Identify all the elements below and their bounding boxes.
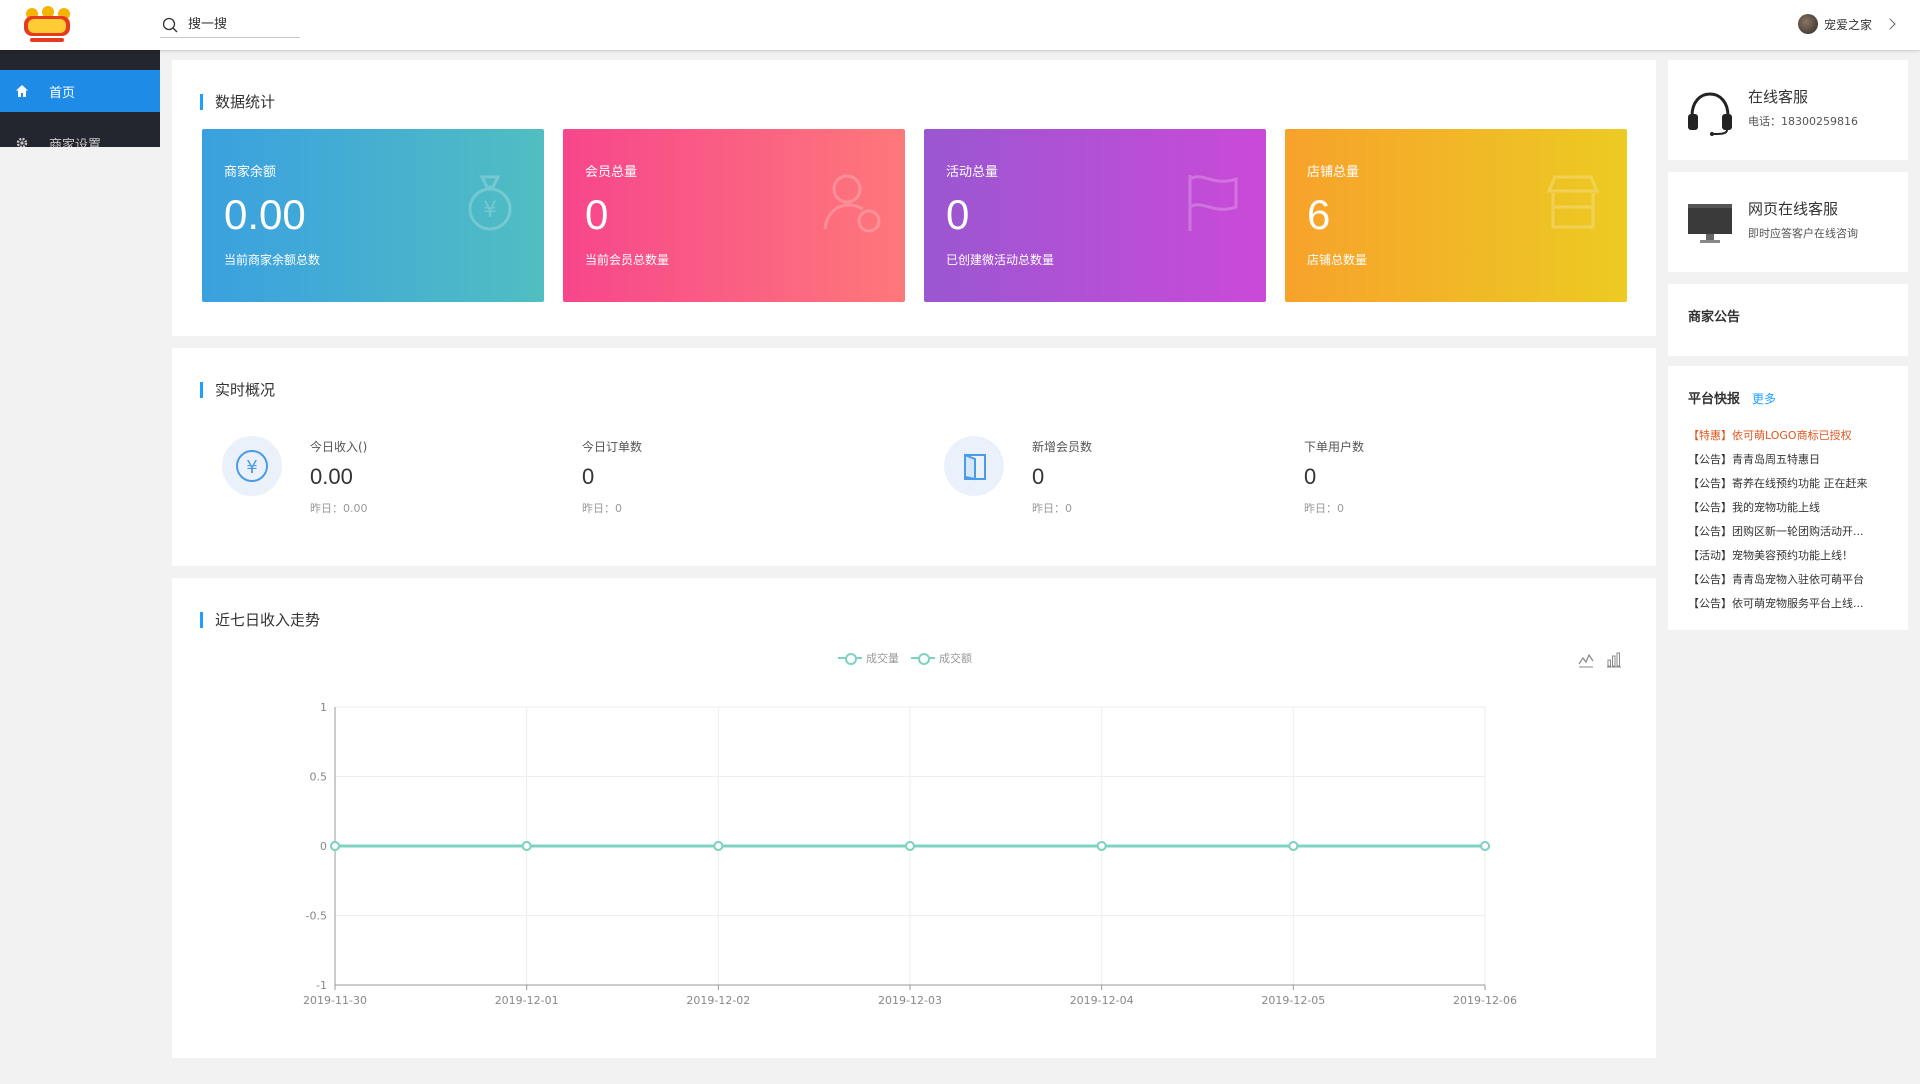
flag-icon — [1188, 175, 1238, 231]
overview-value: 0.00 — [310, 464, 353, 489]
sidebar-item-label: 首页 — [49, 85, 76, 101]
sidebar-item-label: 商家设置 — [49, 137, 102, 148]
merchant-notice-card: 商家公告 — [1668, 284, 1908, 356]
svg-text:¥: ¥ — [246, 457, 257, 478]
sidebar: 首页 商家设置 — [0, 50, 160, 147]
chart-legend: 成交量 成交额 — [838, 650, 984, 666]
legend-label: 成交量 — [866, 652, 899, 665]
brand-logo[interactable] — [18, 4, 76, 46]
online-service-title: 在线客服 — [1748, 88, 1809, 106]
panel-title: 近七日收入走势 — [200, 612, 320, 628]
stat-value: 0 — [946, 191, 970, 238]
stat-card-activities[interactable]: 活动总量 0 已创建微活动总数量 — [924, 129, 1266, 302]
user-name: 宠爱之家 — [1823, 17, 1872, 32]
stat-value: 6 — [1307, 191, 1331, 238]
stat-label: 商家余额 — [224, 165, 277, 180]
shop-icon — [1546, 175, 1600, 229]
home-icon — [15, 84, 29, 98]
line-chart-icon[interactable] — [1578, 652, 1594, 668]
overview-sub: 昨日：0.00 — [310, 502, 368, 515]
chevron-right-icon — [1884, 18, 1896, 30]
overview-label: 今日收入() — [310, 440, 368, 454]
yuan-icon: ¥ — [222, 436, 282, 496]
online-service-card[interactable]: 在线客服 电话：18300259816 — [1668, 60, 1908, 160]
stat-card-balance[interactable]: 商家余额 0.00 当前商家余额总数 ¥ — [202, 129, 544, 302]
online-service-phone: 电话：18300259816 — [1748, 115, 1858, 128]
legend-item[interactable]: 成交量 — [838, 650, 899, 666]
web-service-card[interactable]: 网页在线客服 即时应答客户在线咨询 — [1668, 172, 1908, 272]
news-item[interactable]: 【特惠】依可萌LOGO商标已授权 — [1688, 424, 1898, 448]
legend-label: 成交额 — [939, 652, 972, 665]
stat-card-members[interactable]: 会员总量 0 当前会员总数量 — [563, 129, 905, 302]
stat-sub: 当前商家余额总数 — [224, 253, 321, 267]
panel-title: 实时概况 — [200, 382, 275, 398]
overview-label: 今日订单数 — [582, 440, 643, 454]
platform-news-card: 平台快报 更多 【特惠】依可萌LOGO商标已授权 【公告】青青岛周五特惠日 【公告… — [1668, 366, 1908, 630]
monitor-icon — [1688, 204, 1732, 243]
panel-title: 数据统计 — [200, 94, 275, 110]
legend-item[interactable]: 成交额 — [911, 650, 972, 666]
merchant-notice-title: 商家公告 — [1688, 310, 1741, 325]
overview-value: 0 — [582, 464, 595, 489]
web-service-title: 网页在线客服 — [1748, 200, 1839, 218]
search-icon — [162, 17, 178, 32]
svg-text:¥: ¥ — [483, 198, 497, 223]
search-input[interactable] — [188, 17, 288, 32]
door-icon — [944, 436, 1004, 496]
legend-marker — [911, 653, 935, 665]
news-item[interactable]: 【活动】宠物美容预约功能上线！ — [1688, 544, 1898, 568]
bar-chart-icon[interactable] — [1606, 652, 1622, 668]
avatar — [1797, 14, 1818, 34]
stat-sub: 当前会员总数量 — [585, 253, 670, 267]
sidebar-item-home[interactable]: 首页 — [0, 70, 160, 112]
stat-card-shops[interactable]: 店铺总量 6 店铺总数量 — [1285, 129, 1627, 302]
platform-news-header: 平台快报 更多 — [1688, 388, 1776, 407]
news-item[interactable]: 【公告】青青岛宠物入驻依可萌平台 — [1688, 568, 1898, 592]
stats-panel: 数据统计 商家余额 0.00 当前商家余额总数 ¥ 会员总量 0 当前会员总数量… — [172, 60, 1656, 336]
news-list: 【特惠】依可萌LOGO商标已授权 【公告】青青岛周五特惠日 【公告】寄养在线预约… — [1688, 424, 1898, 616]
overview-sub: 昨日：0 — [1304, 502, 1344, 515]
stat-label: 会员总量 — [585, 165, 638, 180]
stat-label: 活动总量 — [946, 165, 999, 180]
news-item[interactable]: 【公告】依可萌宠物服务平台上线... — [1688, 592, 1898, 616]
overview-value: 0 — [1304, 464, 1317, 489]
stat-value: 0.00 — [224, 191, 306, 238]
user-menu[interactable]: 宠爱之家 — [1797, 14, 1896, 34]
stat-label: 店铺总量 — [1307, 165, 1360, 180]
overview-sub: 昨日：0 — [582, 502, 622, 515]
more-link[interactable]: 更多 — [1752, 392, 1776, 406]
headset-icon — [1688, 92, 1732, 136]
legend-marker — [838, 653, 862, 665]
news-item[interactable]: 【公告】团购区新一轮团购活动开... — [1688, 520, 1898, 544]
stat-value: 0 — [585, 191, 609, 238]
member-icon — [823, 174, 881, 233]
stat-sub: 店铺总数量 — [1307, 253, 1368, 267]
platform-news-title: 平台快报 — [1688, 392, 1741, 407]
money-bag-icon: ¥ — [468, 175, 512, 231]
overview-value: 0 — [1032, 464, 1045, 489]
sidebar-item-merchant-settings[interactable]: 商家设置 — [0, 122, 160, 147]
gear-icon — [15, 136, 29, 147]
overview-sub: 昨日：0 — [1032, 502, 1072, 515]
news-item[interactable]: 【公告】我的宠物功能上线 — [1688, 496, 1898, 520]
search-box — [160, 12, 300, 38]
web-service-sub: 即时应答客户在线咨询 — [1748, 227, 1858, 240]
news-item[interactable]: 【公告】青青岛周五特惠日 — [1688, 448, 1898, 472]
overview-label: 下单用户数 — [1304, 440, 1365, 454]
top-header: 宠爱之家 — [0, 0, 1920, 50]
overview-label: 新增会员数 — [1032, 440, 1093, 454]
stat-sub: 已创建微活动总数量 — [946, 253, 1055, 267]
overview-panel: 实时概况 ¥ 今日收入() 0.00 昨日：0.00 今日订单数 0 昨日：0 … — [172, 348, 1656, 566]
news-item[interactable]: 【公告】寄养在线预约功能 正在赶来 — [1688, 472, 1898, 496]
